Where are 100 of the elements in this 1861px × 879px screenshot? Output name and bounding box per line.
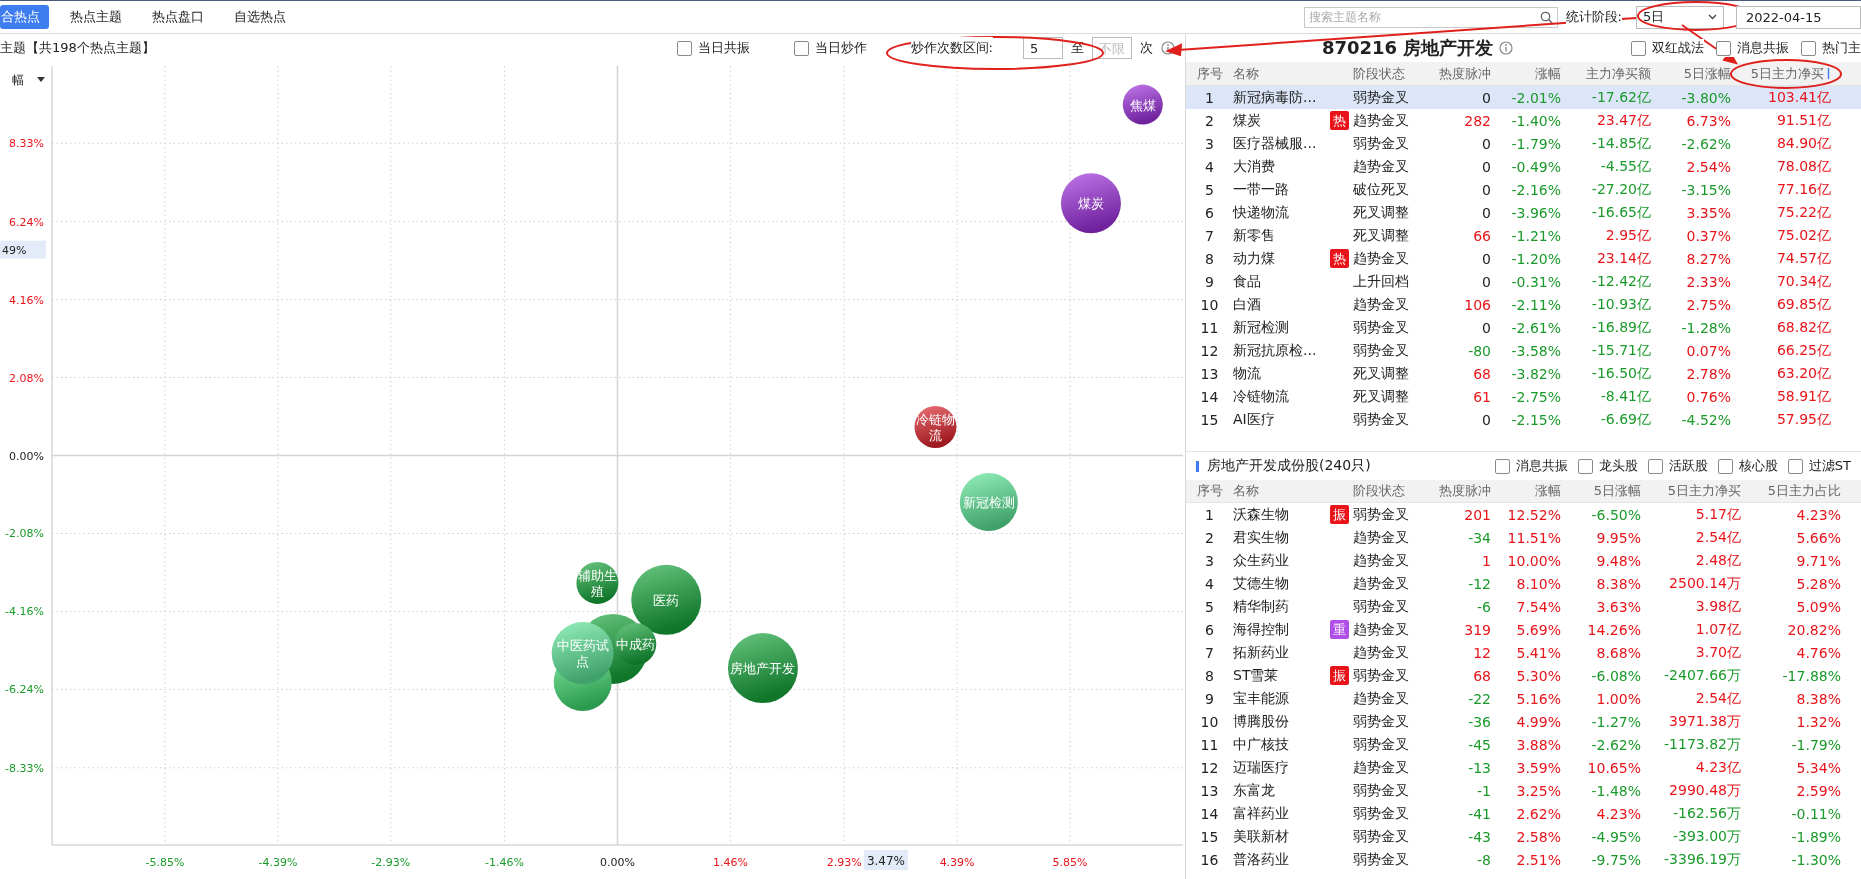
table-cell-text: 3.25%	[1515, 781, 1561, 801]
table-cell-text: -2.15%	[1510, 410, 1561, 430]
series-label: 焦煤	[1129, 97, 1156, 113]
table-cell-text: 2.78%	[1685, 364, 1731, 384]
series-label: 中医药试点	[556, 638, 609, 670]
table-cell-text: 弱势金叉	[1353, 711, 1410, 731]
table-cell-text: 艾德生物	[1233, 573, 1290, 593]
table-cell-text: 3.98亿	[1694, 596, 1741, 616]
table-cell-text: 68	[1472, 666, 1491, 686]
table-cell-text: -2.62%	[1590, 735, 1641, 755]
table-cell-text: 1.32%	[1795, 712, 1841, 732]
checkbox-label: 热门主	[1822, 39, 1861, 57]
status-tag: 热	[1330, 249, 1349, 268]
table-cell-text: 死叉调整	[1353, 225, 1410, 245]
axis-tick-label: 1.46%	[712, 856, 748, 869]
table-cell-text: 13	[1199, 781, 1220, 801]
table-cell-text: 61	[1472, 387, 1491, 407]
table-cell-text: 0.07%	[1685, 341, 1731, 361]
table-cell-text: -22	[1467, 689, 1491, 709]
table-cell-text: 11.51%	[1506, 528, 1561, 548]
table-cell-text: 5.34%	[1795, 758, 1841, 778]
table-cell-text: 弱势金叉	[1353, 665, 1410, 685]
table-cell-text: 中广核技	[1233, 734, 1290, 754]
table-cell-text: 弱势金叉	[1353, 734, 1410, 754]
table-cell-text: 博腾股份	[1233, 711, 1290, 731]
table-cell-text: 10	[1199, 295, 1220, 315]
table-cell-text: -1.79%	[1790, 735, 1841, 755]
table-cell-text: 7	[1204, 643, 1215, 663]
series-label: 辅助生殖	[577, 567, 617, 599]
table-cell-text: -162.56万	[1671, 803, 1741, 823]
table-cell-text: 103.41亿	[1767, 87, 1831, 107]
table-cell-text: 57.95亿	[1775, 409, 1831, 429]
axis-tick-label: -1.46%	[485, 856, 524, 869]
table-cell-text: 6	[1204, 620, 1215, 640]
table-cell-text: 77.16亿	[1775, 179, 1831, 199]
table-cell-text: 死叉调整	[1353, 363, 1410, 383]
table-cell-text: 1	[1481, 551, 1491, 571]
table-cell-text: 医疗器械服...	[1233, 133, 1318, 153]
table-cell-text: 新冠检测	[1233, 317, 1290, 337]
table-cell-text: 70.34亿	[1775, 271, 1831, 291]
status-tag: 热	[1330, 111, 1349, 130]
crosshair-value-label: 3.47%	[863, 850, 908, 870]
table-cell-text: 趋势金叉	[1353, 156, 1410, 176]
axis-tick-label: -2.08%	[5, 527, 44, 541]
table-cell-text: 8.38%	[1795, 689, 1841, 709]
table-cell-text: -6.69亿	[1599, 409, 1651, 429]
table-cell-text: 白酒	[1233, 294, 1262, 314]
table-cell-text: 2.59%	[1795, 781, 1841, 801]
table-cell-text: -1.89%	[1790, 827, 1841, 847]
table-cell-text: -80	[1467, 341, 1491, 361]
axis-tick-label: 5.85%	[1052, 856, 1088, 869]
table-cell-text: -17.62亿	[1590, 87, 1651, 107]
table-cell-text: -1.28%	[1680, 318, 1731, 338]
table-cell: ST雪莱	[1233, 666, 1279, 685]
table-cell-text: 弱势金叉	[1353, 596, 1410, 616]
table-cell-text: -2.11%	[1510, 295, 1561, 315]
table-cell-text: 0	[1481, 157, 1491, 177]
axis-tick-label: 2.93%	[826, 856, 862, 869]
table-cell-text: 5.28%	[1795, 574, 1841, 594]
table-cell-text: 2.58%	[1515, 827, 1561, 847]
table-cell-text: -2.01%	[1510, 88, 1561, 108]
table-cell-text: -2.62%	[1680, 134, 1731, 154]
table-cell-text: 2.48亿	[1694, 550, 1741, 570]
table-cell-text: 0	[1481, 410, 1491, 430]
table-cell-text: AI医疗	[1233, 409, 1276, 429]
table-cell-text: 4	[1204, 157, 1215, 177]
axis-tick-label: -4.16%	[5, 605, 44, 619]
table-cell-text: 0	[1481, 272, 1491, 292]
table-cell-text: -6.50%	[1590, 505, 1641, 525]
table-cell-text: -6.08%	[1590, 666, 1641, 686]
table-cell-text: 众生药业	[1233, 550, 1290, 570]
table-cell-text: -0.49%	[1510, 157, 1561, 177]
table-cell-text: 12.52%	[1506, 505, 1561, 525]
table-cell-text: 趋势金叉	[1353, 294, 1410, 314]
table-cell-text: 4.99%	[1515, 712, 1561, 732]
table-cell-text: 2	[1204, 528, 1215, 548]
table-cell-text: 8.68%	[1595, 643, 1641, 663]
table-cell-text: 8.38%	[1595, 574, 1641, 594]
table-cell-text: 趋势金叉	[1353, 110, 1410, 130]
table-cell-text: 2.62%	[1515, 804, 1561, 824]
axis-tick-label: 4.16%	[9, 293, 44, 307]
table-cell: 沃森生物	[1233, 505, 1289, 524]
series-label: 医药	[653, 592, 680, 608]
table-cell-text: -3.82%	[1510, 364, 1561, 384]
table-cell-text: 东富龙	[1233, 780, 1276, 800]
checkbox-label: 当日共振	[697, 39, 750, 57]
table-cell-text: 0.76%	[1685, 387, 1731, 407]
table-cell-text: 3.88%	[1515, 735, 1561, 755]
table-cell-text: 破位死叉	[1353, 179, 1410, 199]
checkbox-label: 双红战法	[1652, 39, 1704, 57]
table-cell-text: 3971.38万	[1668, 711, 1741, 731]
table-cell-text: 趋势金叉	[1353, 550, 1410, 570]
table-cell-text: 4	[1204, 574, 1215, 594]
status-tag: 重	[1330, 620, 1349, 639]
table-cell-text: 8	[1204, 249, 1215, 269]
checkbox-label: 核心股	[1738, 457, 1778, 475]
status-tag: 振	[1330, 505, 1349, 524]
table-cell-text: -10.93亿	[1590, 294, 1651, 314]
table-cell-text: 10.00%	[1506, 551, 1561, 571]
table-cell-text: 2.54亿	[1694, 527, 1741, 547]
